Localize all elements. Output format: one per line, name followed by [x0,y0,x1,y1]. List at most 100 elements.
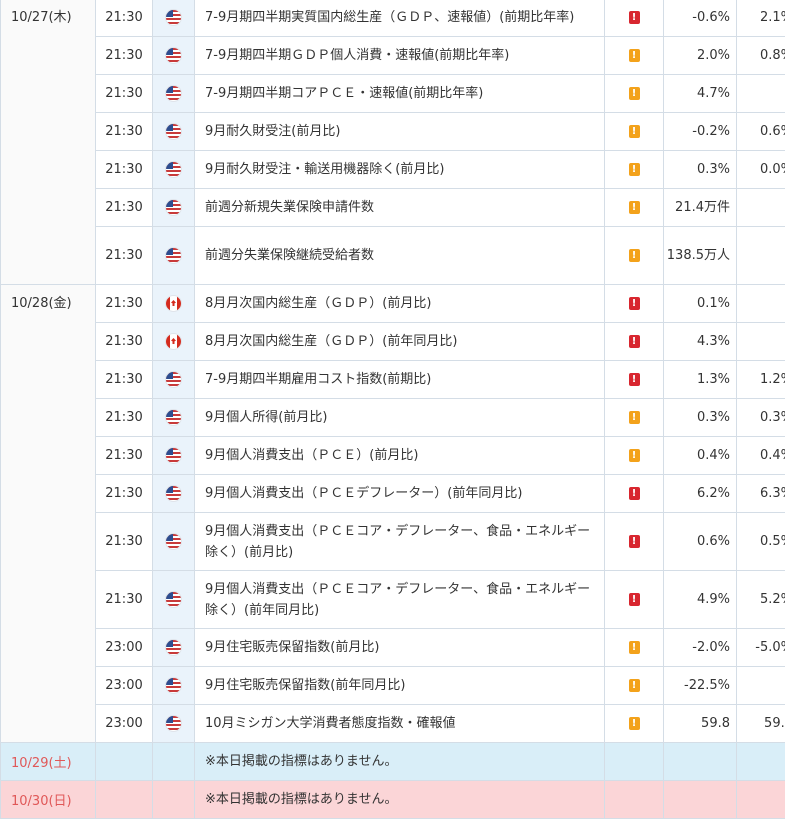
economic-calendar-table: 10/27(木) 21:30 7-9月期四半期実質国内総生産（ＧＤＰ、速報値）(… [0,0,785,819]
time-cell: 23:00 [95,628,153,667]
indicator-name[interactable]: 10月ミシガン大学消費者態度指数・確報値 [194,704,605,743]
table-row: 21:30 前週分失業保険継続受給者数 ! 138.5万人 [1,226,785,285]
time-cell: 21:30 [95,474,153,513]
country-cell [152,780,195,819]
indicator-name[interactable]: 9月住宅販売保留指数(前月比) [194,628,605,667]
importance-cell: ! [604,188,664,227]
time-cell [95,780,153,819]
country-cell [152,474,195,513]
medium-importance-icon: ! [628,679,640,692]
time-cell: 21:30 [95,322,153,361]
indicator-name[interactable]: 前週分新規失業保険申請件数 [194,188,605,227]
saturday-row: 10/29(土) ※本日掲載の指標はありません。 [0,742,785,781]
actual-value: 6.2% [663,474,737,513]
importance-cell: ! [604,666,664,705]
time-cell: 21:30 [95,74,153,113]
indicator-name[interactable]: 7-9月期四半期コアＰＣＥ・速報値(前期比年率) [194,74,605,113]
table-row: 21:30 前週分新規失業保険申請件数 ! 21.4万件 [1,188,785,227]
indicator-name[interactable]: 9月耐久財受注・輸送用機器除く(前月比) [194,150,605,189]
time-cell: 21:30 [95,0,153,37]
us-flag-icon [166,48,181,63]
importance-cell: ! [604,628,664,667]
indicator-name[interactable]: 9月個人消費支出（ＰＣＥ）(前月比) [194,436,605,475]
previous-value: 0.8% [736,36,785,75]
medium-importance-icon: ! [628,717,640,730]
table-row: 21:30 9月個人消費支出（ＰＣＥ）(前月比) ! 0.4% 0.4% [1,436,785,475]
indicator-name[interactable]: 7-9月期四半期ＧＤＰ個人消費・速報値(前期比年率) [194,36,605,75]
table-row: 21:30 9月個人消費支出（ＰＣＥコア・デフレーター、食品・エネルギー除く）(… [1,512,785,571]
medium-importance-icon: ! [628,87,640,100]
indicator-name[interactable]: 9月耐久財受注(前月比) [194,112,605,151]
country-cell [152,512,195,571]
previous-value: 59.5 [736,704,785,743]
us-flag-icon [166,372,181,387]
medium-importance-icon: ! [628,249,640,262]
us-flag-icon [166,448,181,463]
indicator-name[interactable]: 7-9月期四半期雇用コスト指数(前期比) [194,360,605,399]
table-row: 21:30 7-9月期四半期雇用コスト指数(前期比) ! 1.3% 1.2% [1,360,785,399]
time-cell: 21:30 [95,398,153,437]
table-row: 21:30 8月月次国内総生産（ＧＤＰ）(前年同月比) ! 4.3% [1,322,785,361]
calendar-body: 10/27(木) 21:30 7-9月期四半期実質国内総生産（ＧＤＰ、速報値）(… [0,0,785,819]
indicator-name[interactable]: 8月月次国内総生産（ＧＤＰ）(前年同月比) [194,322,605,361]
date-cell: 10/29(土) [0,742,96,781]
importance-cell: ! [604,112,664,151]
previous-value: 0.4% [736,436,785,475]
table-row: 21:30 9月耐久財受注(前月比) ! -0.2% 0.6% [1,112,785,151]
country-cell [152,322,195,361]
table-row: 23:00 10月ミシガン大学消費者態度指数・確報値 ! 59.8 59.5 [1,704,785,743]
time-cell: 21:30 [95,570,153,629]
previous-value: 6.3% [736,474,785,513]
country-cell [152,360,195,399]
time-cell: 21:30 [95,284,153,323]
indicator-name[interactable]: 8月月次国内総生産（ＧＤＰ）(前月比) [194,284,605,323]
actual-value: -2.0% [663,628,737,667]
indicator-name[interactable]: 9月住宅販売保留指数(前年同月比) [194,666,605,705]
time-cell: 21:30 [95,512,153,571]
country-cell [152,74,195,113]
canada-flag-icon [166,334,181,349]
table-row: 21:30 9月耐久財受注・輸送用機器除く(前月比) ! 0.3% 0.0% [1,150,785,189]
importance-cell: ! [604,436,664,475]
table-row: 21:30 9月個人所得(前月比) ! 0.3% 0.3% [1,398,785,437]
indicator-name[interactable]: 9月個人消費支出（ＰＣＥコア・デフレーター、食品・エネルギー除く）(前年同月比) [194,570,605,629]
indicator-name[interactable]: 7-9月期四半期実質国内総生産（ＧＤＰ、速報値）(前期比年率) [194,0,605,37]
importance-cell: ! [604,570,664,629]
us-flag-icon [166,200,181,215]
medium-importance-icon: ! [628,641,640,654]
high-importance-icon: ! [628,593,640,606]
previous-value: 5.2% [736,570,785,629]
table-row: 10/28(金) 21:30 8月月次国内総生産（ＧＤＰ）(前月比) ! 0.1… [0,284,785,743]
us-flag-icon [166,162,181,177]
no-indicator-message: ※本日掲載の指標はありません。 [194,780,605,819]
table-row: 21:30 7-9月期四半期コアＰＣＥ・速報値(前期比年率) ! 4.7% [1,74,785,113]
time-cell: 21:30 [95,436,153,475]
importance-cell: ! [604,74,664,113]
country-cell [152,112,195,151]
importance-cell: ! [604,512,664,571]
indicator-name[interactable]: 9月個人消費支出（ＰＣＥコア・デフレーター、食品・エネルギー除く）(前月比) [194,512,605,571]
importance-cell: ! [604,36,664,75]
high-importance-icon: ! [628,535,640,548]
time-cell: 21:30 [95,360,153,399]
previous-value: 2.1% [736,0,785,37]
previous-value [736,74,785,113]
indicator-name[interactable]: 9月個人所得(前月比) [194,398,605,437]
date-label: 10/30(日) [11,794,72,809]
table-row: 10/27(木) 21:30 7-9月期四半期実質国内総生産（ＧＤＰ、速報値）(… [0,0,785,285]
actual-value: 4.9% [663,570,737,629]
actual-value: -0.6% [663,0,737,37]
indicator-name[interactable]: 前週分失業保険継続受給者数 [194,226,605,285]
medium-importance-icon: ! [628,49,640,62]
us-flag-icon [166,534,181,549]
indicator-name[interactable]: 9月個人消費支出（ＰＣＥデフレーター）(前年同月比) [194,474,605,513]
previous-value: 0.6% [736,112,785,151]
us-flag-icon [166,410,181,425]
actual-value [663,780,737,819]
date-label: 10/27(木) [11,10,72,25]
canada-flag-icon [166,296,181,311]
date-cell: 10/27(木) [0,0,96,285]
actual-value: 59.8 [663,704,737,743]
time-cell: 21:30 [95,226,153,285]
actual-value [663,742,737,781]
